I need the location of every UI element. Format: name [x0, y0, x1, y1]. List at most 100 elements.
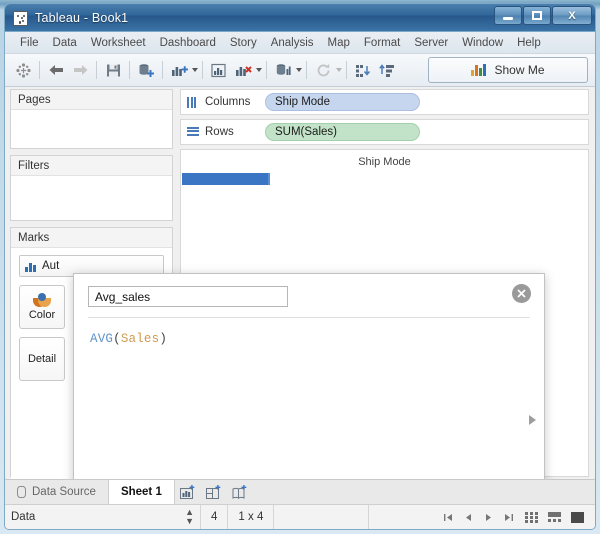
toolbar-separator	[96, 61, 97, 79]
swap-rows-columns-icon[interactable]	[271, 58, 295, 82]
first-page-icon[interactable]	[440, 509, 456, 525]
calc-name-input[interactable]	[88, 286, 288, 307]
chevron-down-icon	[336, 68, 342, 72]
tab-data-source[interactable]: Data Source	[5, 480, 109, 504]
previous-page-icon[interactable]	[460, 509, 476, 525]
toolbar: Show Me	[5, 54, 595, 87]
minimize-icon	[503, 17, 513, 20]
toolbar-separator	[162, 61, 163, 79]
expand-panel-arrow-icon[interactable]	[529, 415, 536, 425]
rows-icon	[187, 126, 199, 138]
data-source-selector[interactable]: Data ▲ ▼	[5, 505, 201, 529]
tableau-desktop-window: Tableau - Book1 X File Data Worksheet Da…	[0, 0, 600, 534]
new-worksheet-button[interactable]	[175, 480, 201, 504]
marks-detail-button[interactable]: Detail	[19, 337, 65, 381]
toolbar-separator	[39, 61, 40, 79]
calc-name-row	[74, 274, 544, 307]
filters-card: Filters	[10, 155, 173, 221]
formula-close-paren: )	[159, 332, 168, 346]
marks-title: Marks	[11, 228, 172, 248]
tableau-home-icon[interactable]	[11, 58, 35, 82]
menu-server[interactable]: Server	[407, 35, 455, 51]
status-bar-right	[440, 509, 595, 525]
list-view-icon[interactable]	[546, 511, 562, 524]
tableau-icon	[13, 10, 28, 26]
chevron-down-icon[interactable]	[296, 68, 302, 72]
menu-format[interactable]: Format	[357, 35, 407, 51]
menu-map[interactable]: Map	[321, 35, 357, 51]
workspace: Pages Filters Marks Aut Color Detail Col…	[5, 87, 595, 529]
save-icon[interactable]	[101, 58, 125, 82]
menu-data[interactable]: Data	[46, 35, 84, 51]
rows-label-text: Rows	[205, 126, 234, 138]
marks-color-button[interactable]: Color	[19, 285, 65, 329]
window-frame: Tableau - Book1 X File Data Worksheet Da…	[4, 3, 596, 530]
menu-story[interactable]: Story	[223, 35, 264, 51]
tab-sheet-1[interactable]: Sheet 1	[108, 480, 175, 504]
menu-help[interactable]: Help	[510, 35, 548, 51]
columns-shelf[interactable]: Columns Ship Mode	[180, 89, 589, 115]
new-story-button[interactable]	[227, 480, 253, 504]
title-bar: Tableau - Book1 X	[5, 4, 595, 32]
status-spacer	[274, 505, 370, 529]
new-worksheet-icon[interactable]	[167, 58, 191, 82]
chevron-down-icon[interactable]	[192, 68, 198, 72]
rows-shelf[interactable]: Rows SUM(Sales)	[180, 119, 589, 145]
menu-bar: File Data Worksheet Dashboard Story Anal…	[5, 32, 595, 54]
viz-column-header: Ship Mode	[358, 156, 411, 168]
marks-count: 4	[201, 505, 229, 529]
tab-sheet-1-label: Sheet 1	[120, 486, 162, 498]
chevron-down-icon[interactable]	[256, 68, 262, 72]
show-me-label: Show Me	[494, 63, 545, 77]
sheet-tab-bar: Data Source Sheet 1	[5, 479, 595, 504]
toolbar-separator	[306, 61, 307, 79]
minimize-button[interactable]	[494, 6, 522, 25]
data-label: Data	[11, 511, 36, 523]
maximize-button[interactable]	[523, 6, 551, 25]
filters-drop-zone[interactable]	[11, 176, 172, 219]
grid-view-icon[interactable]	[523, 511, 539, 524]
calc-formula-editor[interactable]: AVG(Sales)	[74, 318, 544, 360]
columns-shelf-label: Columns	[181, 96, 265, 108]
pill-sum-sales[interactable]: SUM(Sales)	[265, 123, 420, 141]
toolbar-separator	[129, 61, 130, 79]
tab-data-source-label: Data Source	[32, 486, 96, 498]
close-icon[interactable]	[512, 284, 531, 303]
pages-drop-zone[interactable]	[11, 110, 172, 147]
columns-label-text: Columns	[205, 96, 251, 108]
rows-shelf-label: Rows	[181, 126, 265, 138]
columns-icon	[187, 96, 199, 108]
pill-ship-mode[interactable]: Ship Mode	[265, 93, 420, 111]
close-icon: X	[568, 9, 576, 22]
back-arrow-icon[interactable]	[44, 58, 68, 82]
data-source-icon	[17, 486, 26, 498]
menu-window[interactable]: Window	[455, 35, 510, 51]
filters-title: Filters	[11, 156, 172, 176]
duplicate-sheet-icon[interactable]	[207, 58, 231, 82]
pages-title: Pages	[11, 90, 172, 110]
last-page-icon[interactable]	[500, 509, 516, 525]
viz-bar-mark[interactable]	[182, 173, 270, 185]
show-me-button[interactable]: Show Me	[428, 57, 588, 83]
menu-analysis[interactable]: Analysis	[264, 35, 321, 51]
close-button[interactable]: X	[552, 6, 592, 25]
formula-open-paren: (	[113, 332, 121, 346]
color-palette-icon	[33, 293, 51, 307]
clear-sheet-icon[interactable]	[231, 58, 255, 82]
marks-type-label: Aut	[42, 260, 60, 272]
sort-descending-icon[interactable]	[375, 58, 399, 82]
formula-field-token: Sales	[120, 332, 160, 346]
stepper-icon[interactable]: ▲ ▼	[185, 508, 194, 526]
next-page-icon[interactable]	[480, 509, 496, 525]
single-view-icon[interactable]	[569, 511, 585, 524]
marks-detail-label: Detail	[27, 353, 57, 365]
forward-arrow-icon[interactable]	[68, 58, 92, 82]
menu-worksheet[interactable]: Worksheet	[84, 35, 153, 51]
menu-dashboard[interactable]: Dashboard	[153, 35, 223, 51]
new-dashboard-button[interactable]	[201, 480, 227, 504]
toolbar-separator	[346, 61, 347, 79]
status-bar: Data ▲ ▼ 4 1 x 4	[5, 504, 595, 529]
menu-file[interactable]: File	[13, 35, 46, 51]
connect-data-icon[interactable]	[134, 58, 158, 82]
sort-ascending-icon[interactable]	[351, 58, 375, 82]
